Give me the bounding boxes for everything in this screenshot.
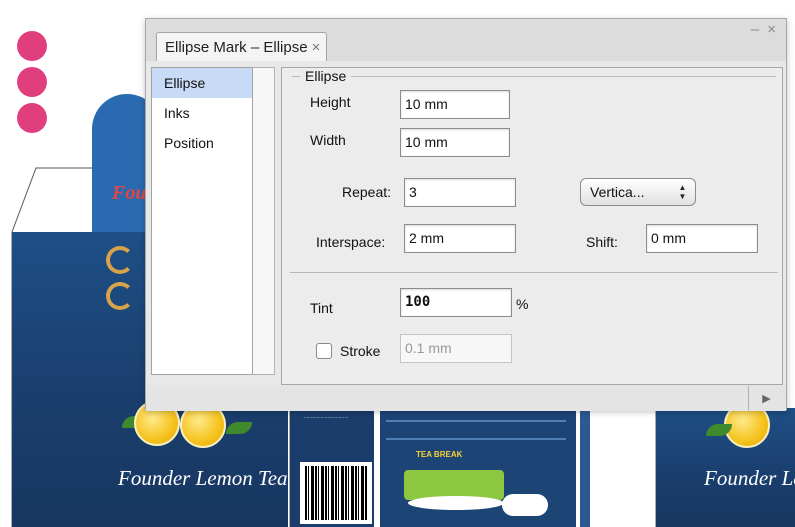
rule-line (386, 438, 566, 440)
category-list: Ellipse Inks Position (151, 67, 253, 375)
tab-ellipse-mark[interactable]: Ellipse Mark – Ellipse × (156, 32, 328, 61)
brand-name: Founder Lemon Tea (118, 466, 288, 490)
tab-close-icon[interactable]: × (312, 39, 321, 56)
section-divider (290, 272, 778, 273)
repeat-label: Repeat: (342, 184, 392, 200)
fold-strip (580, 408, 590, 527)
tint-unit: % (516, 296, 529, 312)
barcode (300, 462, 372, 524)
brand-name-partial: Founder Le (704, 466, 795, 490)
settings-panel: Ellipse Height 10 mm Width 10 mm Repeat:… (281, 67, 783, 385)
nav-item-position[interactable]: Position (152, 128, 252, 158)
swirl-ornament (106, 282, 134, 310)
fine-print: ................................ (304, 414, 349, 420)
direction-value: Vertica... (590, 184, 645, 200)
brand-top-text: Fou (112, 182, 147, 204)
tea-break-logo: TEA BREAK (416, 450, 463, 459)
stepper-arrows-icon: ▲ ▼ (678, 183, 687, 201)
width-input[interactable]: 10 mm (400, 128, 510, 157)
group-divider (292, 76, 776, 77)
rule-line (386, 420, 566, 422)
shift-label: Shift: (586, 234, 618, 250)
stroke-width-input: 0.1 mm (400, 334, 512, 363)
expand-arrow-icon[interactable]: ▶ (748, 386, 784, 410)
interspace-label: Interspace: (316, 234, 386, 250)
tint-input[interactable]: 100 (400, 288, 512, 317)
dialog-footer: ▶ (146, 385, 786, 411)
swirl-ornament (106, 246, 134, 274)
minimize-icon[interactable]: – (751, 21, 759, 38)
stroke-checkbox[interactable] (316, 343, 332, 359)
ellipse-mark-dialog: Ellipse Mark – Ellipse × – × Ellipse Ink… (145, 18, 787, 411)
height-label: Height (310, 94, 351, 110)
badge-icon (502, 494, 548, 516)
interspace-input[interactable]: 2 mm (404, 224, 516, 253)
stroke-label: Stroke (340, 343, 381, 359)
plate-icon (408, 496, 504, 510)
nav-item-inks[interactable]: Inks (152, 98, 252, 128)
nav-item-ellipse[interactable]: Ellipse (152, 68, 252, 98)
width-label: Width (310, 132, 346, 148)
tab-title: Ellipse Mark – Ellipse (165, 38, 308, 56)
tint-label: Tint (310, 300, 333, 316)
group-title: Ellipse (300, 68, 352, 84)
direction-select[interactable]: Vertica... ▲ ▼ (580, 178, 696, 206)
height-input[interactable]: 10 mm (400, 90, 510, 119)
shift-input[interactable]: 0 mm (646, 224, 758, 253)
category-scrollbar[interactable] (253, 67, 275, 375)
dialog-titlebar[interactable]: Ellipse Mark – Ellipse × – × (146, 19, 786, 61)
close-icon[interactable]: × (767, 21, 776, 38)
repeat-input[interactable]: 3 (404, 178, 516, 207)
window-controls: – × (751, 21, 776, 38)
